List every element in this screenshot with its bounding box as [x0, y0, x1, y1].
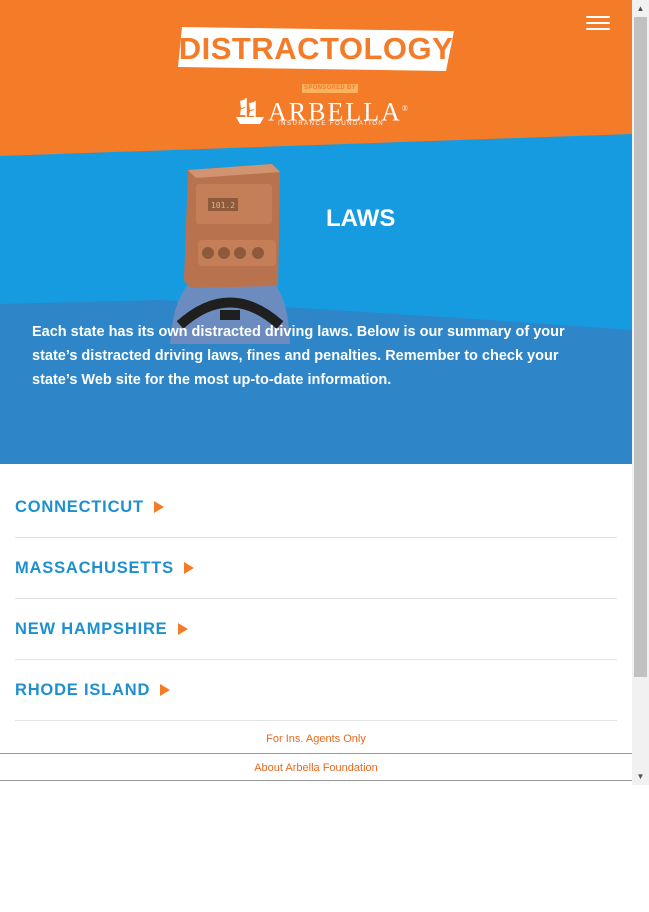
distractology-logo[interactable]: DISTRACTOLOGY	[178, 27, 454, 71]
state-item-connecticut[interactable]: CONNECTICUT	[15, 477, 617, 538]
hero-section: 101.2 LAWS Each state has its own distra…	[0, 130, 632, 464]
play-arrow-icon	[177, 623, 188, 635]
sponsored-by-label: SPONSORED BY	[302, 84, 358, 93]
state-label: MASSACHUSETTS	[15, 558, 174, 577]
state-label: NEW HAMPSHIRE	[15, 619, 168, 638]
agents-link[interactable]: For Ins. Agents Only	[0, 733, 632, 745]
intro-text: Each state has its own distracted drivin…	[32, 324, 565, 388]
scroll-up-icon[interactable]: ▲	[632, 0, 649, 17]
ship-icon	[236, 98, 264, 124]
about-foundation-link[interactable]: About Arbella Foundation	[0, 753, 632, 781]
play-arrow-icon	[160, 684, 171, 696]
radio-head-driver-illustration: 101.2	[170, 164, 290, 344]
play-arrow-icon	[183, 562, 194, 574]
state-item-rhode-island[interactable]: RHODE ISLAND	[15, 660, 617, 721]
scroll-down-icon[interactable]: ▼	[632, 768, 649, 785]
state-item-massachusetts[interactable]: MASSACHUSETTS	[15, 538, 617, 599]
state-item-new-hampshire[interactable]: NEW HAMPSHIRE	[15, 599, 617, 660]
state-label: CONNECTICUT	[15, 497, 144, 516]
scrollbar-thumb[interactable]	[634, 17, 647, 677]
state-list: CONNECTICUT MASSACHUSETTS NEW HAMPSHIRE …	[15, 477, 617, 721]
vertical-scrollbar[interactable]: ▲ ▼	[632, 0, 649, 785]
state-label: RHODE ISLAND	[15, 680, 151, 699]
logo-text: DISTRACTOLOGY	[178, 31, 454, 66]
hero-background	[0, 134, 632, 464]
play-arrow-icon	[153, 501, 164, 513]
page: DISTRACTOLOGY SPONSORED BY ARBELLA® INSU…	[0, 0, 632, 785]
arbella-subtitle: INSURANCE FOUNDATION	[278, 121, 385, 127]
page-title: LAWS	[326, 205, 396, 232]
hamburger-menu-icon[interactable]	[586, 16, 610, 34]
radio-display: 101.2	[211, 201, 235, 210]
